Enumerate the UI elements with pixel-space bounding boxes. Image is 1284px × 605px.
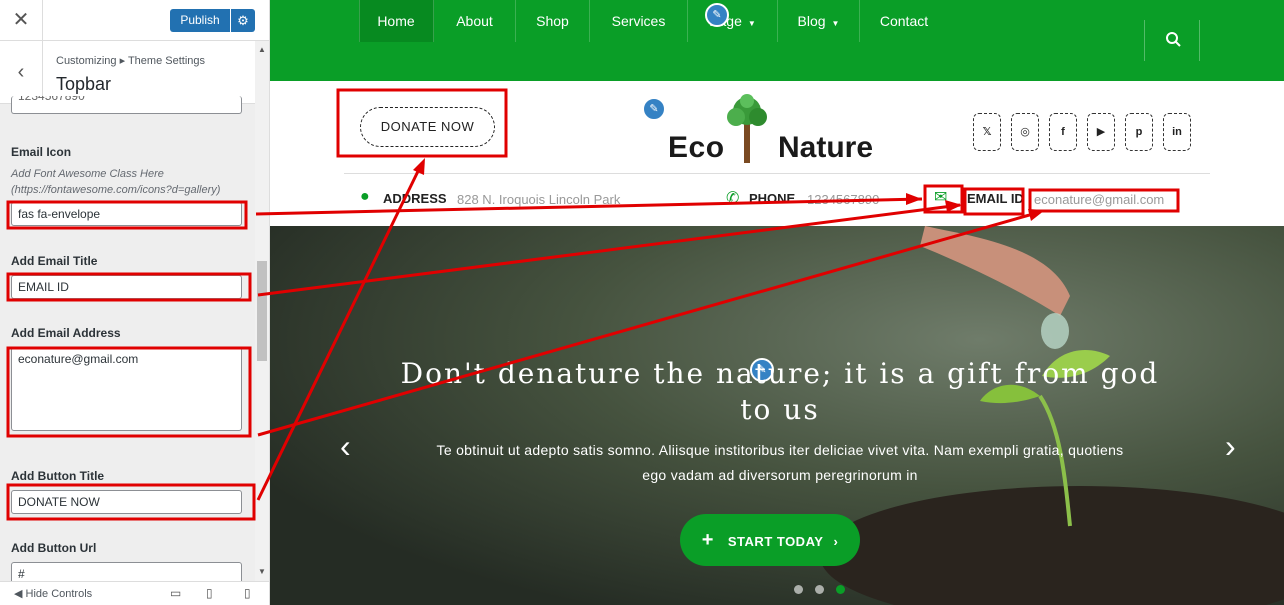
breadcrumb: Customizing ▸ Theme Settings bbox=[56, 55, 205, 67]
chevron-down-icon: ▼ bbox=[831, 19, 840, 28]
phone-field-value: 1234567890 bbox=[18, 96, 85, 103]
email-value[interactable]: econature@gmail.com bbox=[1034, 192, 1164, 207]
customizer-panel: ✕ Publish ⚙ ‹ Customizing ▸ Theme Settin… bbox=[0, 0, 270, 605]
tablet-preview-icon[interactable]: ▯ bbox=[206, 586, 213, 600]
twitter-icon[interactable]: 𝕏 bbox=[973, 113, 1001, 151]
button-url-label: Add Button Url bbox=[11, 541, 97, 555]
email-address-textarea[interactable]: econature@gmail.com bbox=[11, 347, 242, 431]
search-icon bbox=[1166, 32, 1181, 47]
nav-shop[interactable]: Shop bbox=[516, 0, 590, 42]
hero-text: Te obtinuit ut adepto satis somno. Aliis… bbox=[436, 442, 1124, 483]
back-arrow-icon[interactable]: ‹ bbox=[0, 41, 43, 104]
scrollbar-thumb[interactable] bbox=[257, 261, 267, 361]
instagram-icon[interactable]: ◎ bbox=[1011, 113, 1039, 151]
nav-blog-label: Blog bbox=[797, 13, 826, 29]
nav-blog[interactable]: Blog ▼ bbox=[778, 0, 860, 42]
email-address-label: Add Email Address bbox=[11, 326, 121, 340]
slider-dot[interactable] bbox=[815, 585, 824, 594]
customizer-footer: ◀ Hide Controls ▭ ▯ ▯ bbox=[0, 581, 269, 605]
slider-prev-icon[interactable]: ‹ bbox=[340, 426, 351, 466]
address-label: ADDRESS bbox=[383, 191, 447, 206]
slider-dot-active[interactable] bbox=[836, 585, 845, 594]
edit-shortcut-icon[interactable]: ✎ bbox=[705, 3, 729, 27]
email-title-label: Add Email Title bbox=[11, 254, 98, 268]
start-today-button[interactable]: + START TODAY › bbox=[680, 514, 860, 566]
panel-scrollbar[interactable]: ▲ ▼ bbox=[255, 41, 269, 581]
gear-icon[interactable]: ⚙ bbox=[231, 9, 255, 32]
start-today-label: START TODAY bbox=[727, 534, 824, 549]
button-title-label: Add Button Title bbox=[11, 469, 105, 483]
email-icon-label: Email Icon bbox=[11, 145, 72, 159]
nav-services[interactable]: Services bbox=[590, 0, 688, 42]
email-icon-input[interactable]: fas fa-envelope bbox=[11, 202, 242, 226]
map-pin-icon: ● bbox=[360, 188, 370, 205]
pinterest-icon[interactable]: p bbox=[1125, 113, 1153, 151]
phone-field-partial[interactable]: 1234567890 bbox=[11, 96, 242, 114]
slider-dot[interactable] bbox=[794, 585, 803, 594]
nav-about[interactable]: About bbox=[434, 0, 516, 42]
customizer-header: ✕ Publish ⚙ bbox=[0, 0, 269, 41]
nav-home[interactable]: Home bbox=[359, 0, 434, 42]
section-title: Topbar bbox=[56, 74, 112, 94]
nav-contact[interactable]: Contact bbox=[860, 0, 948, 42]
section-header: ‹ Customizing ▸ Theme Settings Topbar bbox=[0, 41, 255, 104]
logo-word-eco: Eco bbox=[668, 131, 725, 164]
phone-icon: ✆ bbox=[726, 190, 740, 207]
logo-word-nature: Nature bbox=[778, 131, 874, 164]
site-logo[interactable]: Eco Nature bbox=[666, 93, 886, 165]
hero-slider: ✎ Don't denature the nature; it is a gif… bbox=[270, 226, 1284, 605]
search-button[interactable] bbox=[1144, 20, 1200, 61]
chevron-down-icon: ▼ bbox=[747, 19, 756, 28]
publish-button[interactable]: Publish bbox=[170, 9, 230, 32]
linkedin-icon[interactable]: in bbox=[1163, 113, 1191, 151]
chevron-right-icon: › bbox=[833, 534, 839, 549]
hide-controls-button[interactable]: ◀ Hide Controls bbox=[14, 587, 92, 600]
email-title-input[interactable]: EMAIL ID bbox=[11, 275, 242, 299]
mobile-preview-icon[interactable]: ▯ bbox=[244, 586, 251, 600]
close-icon[interactable]: ✕ bbox=[0, 0, 43, 41]
email-label: EMAIL ID bbox=[967, 191, 1024, 206]
scroll-down-icon[interactable]: ▼ bbox=[258, 567, 266, 576]
donate-button[interactable]: DONATE NOW bbox=[360, 107, 495, 147]
envelope-icon: ✉ bbox=[934, 189, 948, 206]
hero-title: Don't denature the nature; it is a gift … bbox=[400, 357, 1160, 426]
phone-label: PHONE bbox=[749, 191, 796, 206]
slider-next-icon[interactable]: › bbox=[1225, 426, 1236, 466]
button-title-input[interactable]: DONATE NOW bbox=[11, 490, 242, 514]
main-nav: Home About Shop Services Page▼ Blog ▼ Con… bbox=[270, 0, 1284, 81]
email-icon-desc: Add Font Awesome Class Here (https://fon… bbox=[11, 168, 221, 196]
edit-shortcut-icon[interactable]: ✎ bbox=[642, 97, 666, 121]
youtube-icon[interactable]: ▶ bbox=[1087, 113, 1115, 151]
phone-value: 1234567890 bbox=[807, 192, 880, 207]
address-value: 828 N. Iroquois Lincoln Park bbox=[457, 192, 621, 207]
scroll-up-icon[interactable]: ▲ bbox=[258, 45, 266, 54]
nav-page[interactable]: Page▼ bbox=[688, 0, 778, 42]
header-divider bbox=[344, 173, 1210, 174]
facebook-icon[interactable]: f bbox=[1049, 113, 1077, 151]
nav-divider bbox=[359, 0, 360, 42]
site-header: DONATE NOW ✎ Eco Nature 𝕏 ◎ f ▶ p in ● A… bbox=[270, 81, 1284, 226]
site-preview: Home About Shop Services Page▼ Blog ▼ Con… bbox=[270, 0, 1284, 605]
hide-controls-label: Hide Controls bbox=[25, 588, 93, 600]
desktop-preview-icon[interactable]: ▭ bbox=[170, 586, 181, 600]
plus-icon: + bbox=[701, 529, 714, 551]
